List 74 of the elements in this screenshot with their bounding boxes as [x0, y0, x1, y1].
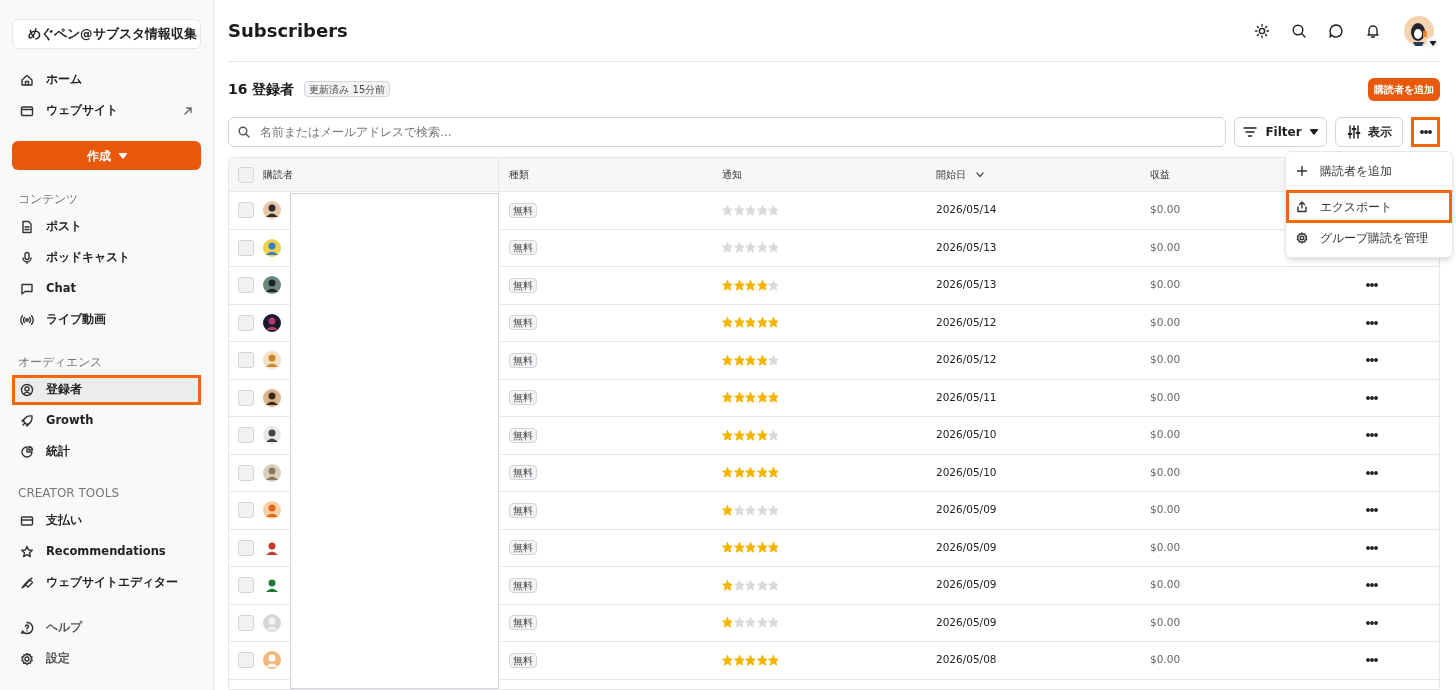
view-button[interactable]: 表示 [1335, 117, 1403, 147]
plan-badge: 無料 [509, 540, 537, 556]
revenue-cell-text: $0.00 [1150, 277, 1181, 293]
plan-badge: 無料 [509, 390, 537, 406]
subscriber-count: 16 登録者 [228, 79, 295, 99]
plan-badge: 無料 [509, 202, 537, 218]
date-cell-text: 2026/05/10 [936, 427, 997, 443]
plan-badge: 無料 [509, 615, 537, 631]
sidebar-item[interactable]: ポスト [12, 212, 201, 242]
date-cell-text: 2026/05/10 [936, 464, 997, 480]
add-subscriber-button[interactable]: 購読者を追加 [1368, 77, 1440, 101]
date-cell-text: 2026/05/09 [936, 502, 997, 518]
revenue-cell-text: $0.00 [1150, 427, 1181, 443]
revenue-cell-text: $0.00 [1150, 202, 1181, 218]
plan-badge: 無料 [509, 465, 537, 481]
revenue-cell-text: $0.00 [1150, 539, 1181, 555]
section-heading: オーディエンス [18, 354, 103, 370]
section-heading: CREATOR TOOLS [18, 485, 121, 501]
sidebar-item[interactable]: ライブ動画 [12, 305, 201, 335]
revenue-cell-text: $0.00 [1150, 502, 1181, 518]
sidebar-item[interactable]: Growth [12, 406, 201, 436]
publication-name: めぐペン@サブスタ情報収集 [28, 24, 197, 43]
sidebar-item[interactable]: Recommendations [12, 537, 201, 567]
sidebar-item[interactable]: 登録者 [12, 375, 201, 405]
create-button[interactable]: 作成 [12, 141, 201, 170]
revenue-cell-text: $0.00 [1150, 652, 1181, 668]
menu-item[interactable]: エクスポート [1286, 190, 1452, 223]
sidebar-item[interactable]: 設定 [12, 644, 201, 674]
column-header[interactable]: 種類 [509, 167, 529, 182]
plan-badge: 無料 [509, 277, 537, 293]
revenue-cell-text: $0.00 [1150, 464, 1181, 480]
date-cell-text: 2026/05/13 [936, 239, 997, 255]
plan-badge: 無料 [509, 652, 537, 668]
plan-badge: 無料 [509, 502, 537, 518]
revenue-cell-text: $0.00 [1150, 239, 1181, 255]
date-cell-text: 2026/05/09 [936, 614, 997, 630]
sidebar-item[interactable]: 支払い [12, 506, 201, 536]
menu-item[interactable]: グループ購読を管理 [1286, 223, 1452, 253]
menu-item[interactable]: 購読者を追加 [1286, 156, 1452, 186]
column-header[interactable]: 開始日 [936, 167, 984, 182]
column-header[interactable]: 通知 [722, 167, 742, 182]
sidebar-item[interactable]: ホーム [12, 65, 201, 95]
date-cell-text: 2026/05/14 [936, 202, 997, 218]
date-cell-text: 2026/05/08 [936, 652, 997, 668]
sidebar-item[interactable]: Chat [12, 274, 201, 304]
plan-badge: 無料 [509, 577, 537, 593]
sidebar-item[interactable]: 統計 [12, 437, 201, 467]
date-cell-text: 2026/05/11 [936, 389, 997, 405]
revenue-cell-text: $0.00 [1150, 389, 1181, 405]
date-cell-text: 2026/05/09 [936, 539, 997, 555]
updated-badge: 更新済み 15分前 [304, 81, 391, 97]
plan-badge: 無料 [509, 352, 537, 368]
plan-badge: 無料 [509, 240, 537, 256]
date-cell-text: 2026/05/12 [936, 314, 997, 330]
revenue-cell-text: $0.00 [1150, 352, 1181, 368]
filter-button[interactable]: Filter [1234, 117, 1327, 147]
search-field[interactable]: 名前またはメールアドレスで検索... [228, 117, 1226, 147]
date-cell-text: 2026/05/13 [936, 277, 997, 293]
date-cell-text: 2026/05/09 [936, 577, 997, 593]
revenue-cell-text: $0.00 [1150, 577, 1181, 593]
plan-badge: 無料 [509, 427, 537, 443]
section-heading: コンテンツ [18, 191, 79, 207]
date-cell-text: 2026/05/12 [936, 352, 997, 368]
sidebar-item[interactable]: ウェブサイト [12, 96, 201, 126]
column-header[interactable]: 購読者 [263, 167, 293, 182]
page-title: Subscribers [228, 19, 349, 43]
column-header[interactable]: 収益 [1150, 167, 1170, 182]
revenue-cell-text: $0.00 [1150, 614, 1181, 630]
revenue-cell-text: $0.00 [1150, 314, 1181, 330]
publication-switcher[interactable]: めぐペン@サブスタ情報収集 [12, 19, 201, 49]
sidebar-item[interactable]: ウェブサイトエディター [12, 568, 201, 598]
sidebar-item[interactable]: ヘルプ [12, 613, 201, 643]
plan-badge: 無料 [509, 315, 537, 331]
sidebar-item[interactable]: ポッドキャスト [12, 243, 201, 273]
